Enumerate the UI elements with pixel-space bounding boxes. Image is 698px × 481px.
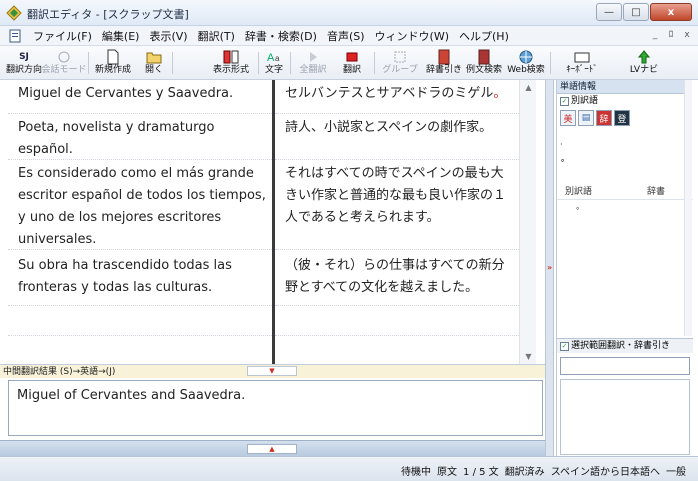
example-search-icon: [478, 49, 490, 64]
menu-edit[interactable]: 編集(E): [97, 28, 145, 44]
play-icon: [310, 51, 317, 62]
status-mode: 原文: [437, 467, 458, 478]
dictionary-panel: 単語情報 ✓ 別訳語 美 ▤ 辞 登 · ∘ 別訳語 辞書 ∘ ✓ 選択範囲翻訳…: [556, 80, 693, 456]
source-pane[interactable]: Miguel de Cervantes y Saavedra. Poeta, n…: [8, 80, 272, 364]
dict-tool-icon[interactable]: 辞: [596, 110, 612, 126]
conversation-icon: [58, 51, 70, 62]
web-search-button[interactable]: Web検索: [507, 48, 545, 78]
font-button[interactable]: Aa 文字: [262, 48, 286, 78]
dictionary-lookup-button[interactable]: 辞書引き: [426, 48, 462, 78]
translate-button[interactable]: 翻訳: [340, 48, 364, 78]
column-other-words: 別訳語: [565, 187, 593, 197]
status-direction: スペイン語から日本語へ: [550, 467, 660, 478]
display-format-icon: [223, 50, 239, 63]
pane-scrollbar[interactable]: ▲ ▼: [519, 80, 536, 364]
register-tool-icon[interactable]: 登: [614, 110, 630, 126]
translation-panes: Miguel de Cervantes y Saavedra. Poeta, n…: [0, 80, 554, 364]
status-state: 待機中: [401, 467, 432, 478]
menu-window[interactable]: ウィンドウ(W): [370, 28, 454, 44]
svg-text:a: a: [275, 54, 280, 63]
display-format-button[interactable]: 表示形式: [210, 48, 252, 78]
scroll-down-icon[interactable]: ▼: [520, 349, 537, 364]
maximize-button[interactable]: □: [623, 3, 649, 21]
dictionary-scrollbar[interactable]: [684, 80, 692, 336]
expand-up-icon[interactable]: ▲: [247, 444, 297, 454]
new-document-button[interactable]: 新規作成: [92, 48, 134, 78]
translate-icon: [346, 52, 358, 61]
mdi-minimize-button[interactable]: _: [648, 29, 662, 42]
selection-lookup-panel: ✓ 選択範囲翻訳・辞書引き: [557, 338, 693, 456]
other-words-option[interactable]: ✓ 別訳語: [557, 94, 692, 108]
expand-arrow-icon[interactable]: »: [547, 263, 552, 272]
status-translated: 翻訳済み: [504, 467, 545, 478]
menu-bar: ファイル(F) 編集(E) 表示(V) 翻訳(T) 辞書・検索(D) 音声(S)…: [0, 26, 698, 46]
bottom-splitter[interactable]: ▲: [0, 440, 545, 456]
group-button[interactable]: グループ: [382, 48, 418, 78]
panel-splitter[interactable]: »: [545, 80, 554, 456]
translate-all-button[interactable]: 全翻訳: [298, 48, 328, 78]
dictionary-icon: [438, 49, 450, 64]
checkbox-checked-icon[interactable]: ✓: [560, 341, 569, 351]
minimize-button[interactable]: —: [596, 3, 622, 21]
svg-text:A: A: [267, 52, 275, 64]
view-tool-icon[interactable]: ▤: [578, 110, 594, 126]
font-icon: Aa: [267, 52, 280, 64]
menu-view[interactable]: 表示(V): [144, 28, 192, 44]
selection-result-box: [560, 379, 690, 455]
keyboard-icon: [574, 52, 590, 62]
dictionary-tool-row: 美 ▤ 辞 登: [557, 108, 692, 128]
selection-input[interactable]: [560, 357, 690, 375]
document-icon: [9, 29, 21, 42]
translation-direction-button[interactable]: SJ 翻訳方向: [6, 48, 42, 78]
source-segment[interactable]: Es considerado como el más grande escrit…: [18, 163, 266, 251]
target-segment[interactable]: それはすべての時でスペインの最も大きい作家と普通的な最も良い作家の１人であると考…: [285, 163, 513, 229]
lv-navi-button[interactable]: LVナビ: [624, 48, 664, 78]
title-bar: 翻訳エディタ - [スクラップ文書] — □ x: [0, 0, 698, 26]
collapse-arrow-icon[interactable]: ▼: [247, 366, 297, 376]
target-segment[interactable]: （彼・それ）らの仕事はすべての新分野とすべての文化を越えました。: [285, 255, 513, 299]
scroll-up-icon[interactable]: ▲: [520, 80, 537, 95]
intermediate-result-text[interactable]: Miguel of Cervantes and Saavedra.: [8, 380, 543, 436]
other-words-table-header: 別訳語 辞書: [557, 184, 693, 200]
word-tool-icon[interactable]: 美: [560, 110, 576, 126]
source-segment[interactable]: Poeta, novelista y dramaturgo español.: [18, 117, 266, 161]
mdi-close-button[interactable]: x: [680, 29, 694, 42]
menu-help[interactable]: ヘルプ(H): [454, 28, 514, 44]
direction-icon: SJ: [19, 51, 29, 62]
lv-navi-icon: [637, 49, 651, 63]
new-document-icon: [107, 49, 119, 64]
close-button[interactable]: x: [650, 3, 692, 21]
example-search-button[interactable]: 例文検索: [466, 48, 502, 78]
source-segment[interactable]: Su obra ha trascendido todas las fronter…: [18, 255, 266, 299]
globe-icon: [519, 50, 533, 63]
toolbar: SJ 翻訳方向 会話モード 新規作成 開く 表示形式 Aa 文字 全翻訳 翻訳 …: [0, 46, 698, 80]
window-title: 翻訳エディタ - [スクラップ文書]: [27, 8, 189, 21]
status-field: 一般: [666, 467, 686, 478]
status-bar: 待機中 原文 1 / 5 文 翻訳済み スペイン語から日本語へ 一般: [0, 456, 698, 481]
menu-dictionary[interactable]: 辞書・検索(D): [240, 28, 322, 44]
mdi-restore-button[interactable]: ﾛ: [664, 29, 678, 42]
status-sentence: 1 / 5 文: [463, 467, 499, 478]
open-folder-icon: [146, 52, 162, 63]
selection-lookup-option[interactable]: ✓ 選択範囲翻訳・辞書引き: [557, 339, 693, 353]
keyboard-button[interactable]: ｷｰﾎﾞｰﾄﾞ: [560, 48, 604, 78]
app-logo-icon: [6, 5, 22, 21]
menu-voice[interactable]: 音声(S): [322, 28, 370, 44]
word-info-header: 単語情報: [557, 80, 692, 94]
target-segment[interactable]: 詩人、小説家とスペインの劇作家。: [285, 117, 513, 139]
target-segment[interactable]: セルバンテスとサアベドラのミゲル。: [285, 83, 513, 105]
checkbox-checked-icon[interactable]: ✓: [560, 96, 569, 106]
target-pane[interactable]: セルバンテスとサアベドラのミゲル。 詩人、小説家とスペインの劇作家。 それはすべ…: [275, 80, 519, 364]
group-icon: [394, 51, 406, 62]
menu-file[interactable]: ファイル(F): [28, 28, 97, 44]
menu-translate[interactable]: 翻訳(T): [193, 28, 240, 44]
open-button[interactable]: 開く: [140, 48, 168, 78]
source-segment[interactable]: Miguel de Cervantes y Saavedra.: [18, 83, 266, 105]
conversation-mode-button[interactable]: 会話モード: [42, 48, 87, 78]
